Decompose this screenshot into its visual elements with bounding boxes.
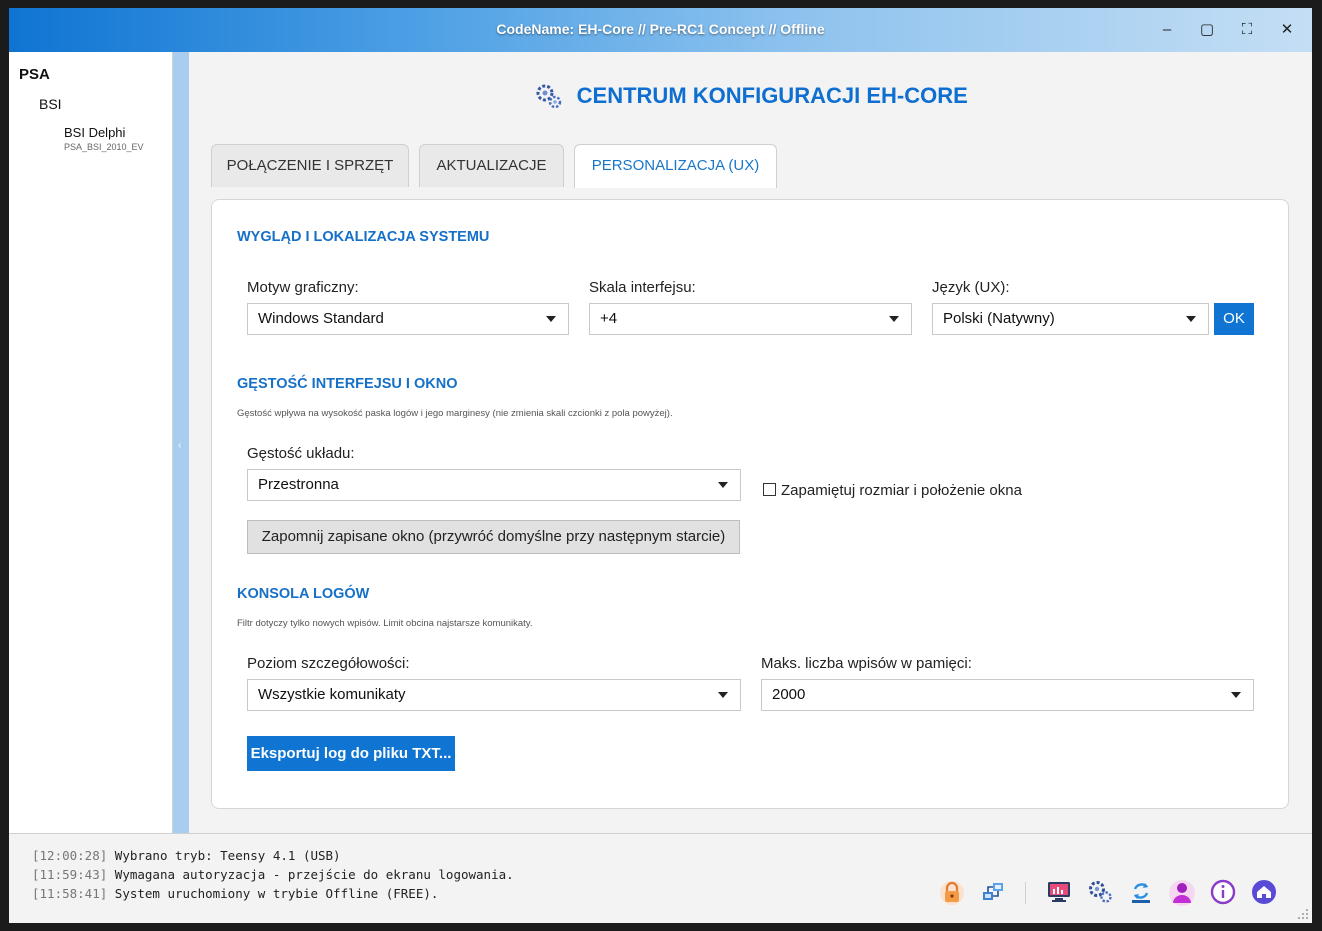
chevron-down-icon <box>889 316 899 322</box>
tree-node-psa[interactable]: PSA <box>19 66 50 83</box>
section-title-appearance: WYGLĄD I LOKALIZACJA SYSTEMU <box>237 229 490 245</box>
chevron-down-icon <box>718 482 728 488</box>
home-icon[interactable] <box>1250 878 1278 906</box>
maximize-button[interactable]: ▢ <box>1194 18 1220 42</box>
chevron-down-icon <box>718 692 728 698</box>
log-max-value: 2000 <box>772 686 806 703</box>
sync-icon[interactable] <box>1127 878 1155 906</box>
tray-separator <box>1025 882 1026 904</box>
network-icon[interactable] <box>979 878 1007 906</box>
tab-updates[interactable]: AKTUALIZACJE <box>419 144 564 187</box>
layout-density-value: Przestronna <box>258 476 339 493</box>
collapse-chevron-icon[interactable]: ‹ <box>178 440 181 451</box>
log-max-select[interactable]: 2000 <box>761 679 1254 711</box>
chevron-down-icon <box>1231 692 1241 698</box>
tab-connection[interactable]: POŁĄCZENIE I SPRZĘT <box>211 144 409 187</box>
user-icon[interactable] <box>1168 878 1196 906</box>
log-level-select[interactable]: Wszystkie komunikaty <box>247 679 741 711</box>
language-label: Język (UX): <box>932 279 1010 296</box>
theme-label: Motyw graficzny: <box>247 279 359 296</box>
minimize-button[interactable]: – <box>1154 18 1180 42</box>
gears-icon[interactable] <box>1086 878 1114 906</box>
density-note: Gęstość wpływa na wysokość paska logów i… <box>237 408 673 419</box>
theme-select[interactable]: Windows Standard <box>247 303 569 335</box>
main-area: CENTRUM KONFIGURACJI EH-CORE POŁĄCZENIE … <box>190 52 1312 833</box>
logs-note: Filtr dotyczy tylko nowych wpisów. Limit… <box>237 618 533 629</box>
theme-value: Windows Standard <box>258 310 384 327</box>
layout-density-select[interactable]: Przestronna <box>247 469 741 501</box>
scale-label: Skala interfejsu: <box>589 279 696 296</box>
checkbox-box[interactable] <box>763 483 776 496</box>
device-tree: PSA BSI BSI Delphi PSA_BSI_2010_EV <box>9 52 173 833</box>
log-max-label: Maks. liczba wpisów w pamięci: <box>761 655 972 672</box>
scale-value: +4 <box>600 310 618 327</box>
sidebar-splitter[interactable]: ‹ <box>173 52 189 833</box>
scale-select[interactable]: +4 <box>589 303 912 335</box>
language-ok-button[interactable]: OK <box>1214 303 1254 335</box>
language-value: Polski (Natywny) <box>943 310 1055 327</box>
export-log-button[interactable]: Eksportuj log do pliku TXT... <box>247 736 455 771</box>
forget-window-button[interactable]: Zapomnij zapisane okno (przywróć domyśln… <box>247 520 740 554</box>
tab-personalization[interactable]: PERSONALIZACJA (UX) <box>574 144 777 188</box>
personalization-panel: WYGLĄD I LOKALIZACJA SYSTEMU Motyw grafi… <box>211 199 1289 809</box>
log-level-label: Poziom szczegółowości: <box>247 655 410 672</box>
chevron-down-icon <box>546 316 556 322</box>
tree-node-bsi-delphi[interactable]: BSI Delphi <box>64 125 125 140</box>
log-console: [12:00:28] Wybrano tryb: Teensy 4.1 (USB… <box>9 833 1312 923</box>
remember-window-checkbox[interactable]: Zapamiętuj rozmiar i położenie okna <box>763 482 1022 499</box>
resize-grip-icon[interactable] <box>1297 908 1309 920</box>
fullscreen-button[interactable]: ⛶ <box>1234 18 1260 42</box>
chevron-down-icon <box>1186 316 1196 322</box>
log-line: [11:58:41] System uruchomiony w trybie O… <box>32 886 439 901</box>
log-level-value: Wszystkie komunikaty <box>258 686 406 703</box>
info-icon[interactable] <box>1209 878 1237 906</box>
page-header: CENTRUM KONFIGURACJI EH-CORE <box>190 82 1312 110</box>
layout-density-label: Gęstość układu: <box>247 445 355 462</box>
gears-icon <box>536 84 562 109</box>
log-line: [12:00:28] Wybrano tryb: Teensy 4.1 (USB… <box>32 848 341 863</box>
page-title: CENTRUM KONFIGURACJI EH-CORE <box>576 83 968 108</box>
lock-icon[interactable] <box>938 878 966 906</box>
language-select[interactable]: Polski (Natywny) <box>932 303 1209 335</box>
close-button[interactable]: ✕ <box>1274 18 1300 42</box>
app-window: CodeName: EH-Core // Pre-RC1 Concept // … <box>9 8 1312 923</box>
tree-node-bsi[interactable]: BSI <box>39 96 62 112</box>
log-line: [11:59:43] Wymagana autoryzacja - przejś… <box>32 867 514 882</box>
section-title-density: GĘSTOŚĆ INTERFEJSU I OKNO <box>237 376 458 392</box>
monitor-chart-icon[interactable] <box>1045 878 1073 906</box>
section-title-logs: KONSOLA LOGÓW <box>237 586 370 602</box>
remember-window-label: Zapamiętuj rozmiar i położenie okna <box>781 482 1022 499</box>
title-bar[interactable]: CodeName: EH-Core // Pre-RC1 Concept // … <box>9 8 1312 52</box>
tree-node-subtitle: PSA_BSI_2010_EV <box>64 142 144 152</box>
window-title: CodeName: EH-Core // Pre-RC1 Concept // … <box>496 21 825 37</box>
